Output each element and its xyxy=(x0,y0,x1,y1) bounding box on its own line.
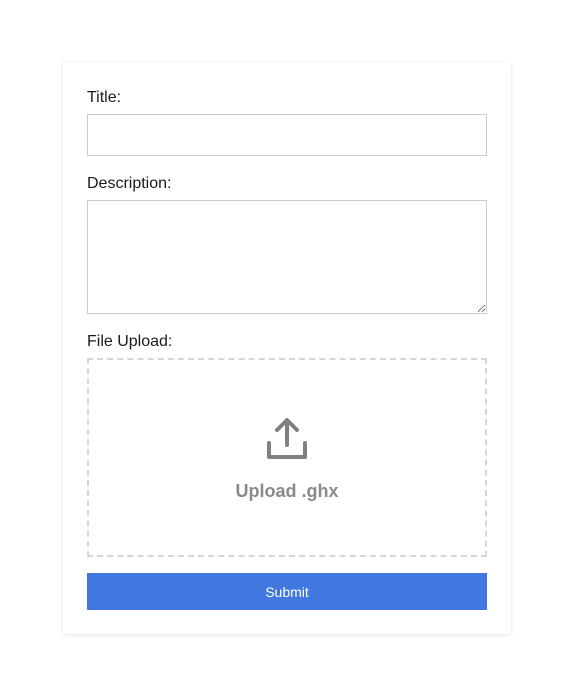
title-label: Title: xyxy=(87,89,122,106)
file-upload-label: File Upload: xyxy=(87,333,173,350)
upload-text: Upload .ghx xyxy=(235,481,339,501)
description-label: Description: xyxy=(87,175,172,192)
file-dropzone[interactable]: Upload .ghx xyxy=(87,358,487,557)
upload-form-card: Title: Description: File Upload: Upload … xyxy=(63,62,511,634)
title-input[interactable] xyxy=(87,114,487,156)
submit-button[interactable]: Submit xyxy=(87,573,487,610)
description-textarea[interactable] xyxy=(87,200,487,314)
upload-icon xyxy=(267,418,307,459)
